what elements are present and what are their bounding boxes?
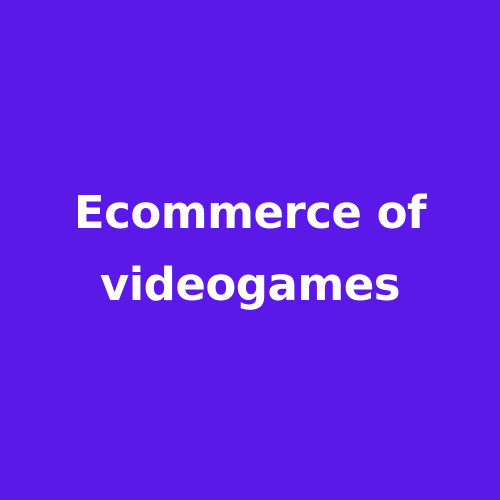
title-line-1: Ecommerce of (73, 186, 427, 239)
page-title: Ecommerce of videogames (40, 177, 460, 321)
title-line-2: videogames (99, 258, 401, 311)
title-card: Ecommerce of videogames (0, 0, 500, 500)
